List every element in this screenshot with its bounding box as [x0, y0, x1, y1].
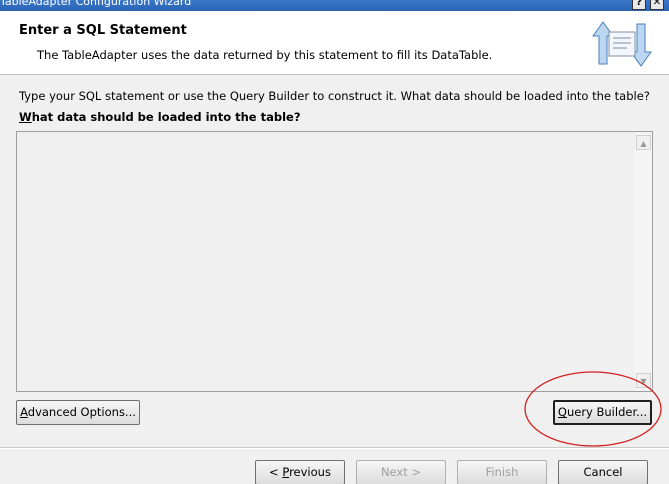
query-access-key: Q: [557, 405, 567, 419]
wizard-arrows-icon: [587, 18, 657, 70]
page-description: The TableAdapter uses the data returned …: [37, 48, 493, 62]
title-bar: TableAdapter Configuration Wizard ? ✕: [0, 0, 669, 11]
previous-label: revious: [289, 465, 331, 479]
query-builder-button[interactable]: Query Builder...: [553, 400, 652, 425]
advanced-access-key: A: [20, 405, 28, 419]
advanced-options-button[interactable]: Advanced Options...: [16, 400, 140, 425]
next-button[interactable]: Next >: [356, 460, 446, 484]
finish-button[interactable]: Finish: [457, 460, 547, 484]
previous-prefix: <: [269, 465, 283, 479]
query-label: What data should be loaded into the tabl…: [19, 110, 301, 124]
vertical-scrollbar[interactable]: ▲ ▼: [635, 132, 652, 391]
instruction-text: Type your SQL statement or use the Query…: [19, 89, 650, 103]
footer-divider: [0, 447, 669, 449]
window-title: TableAdapter Configuration Wizard: [0, 0, 192, 8]
sql-statement-textbox[interactable]: ▲ ▼: [16, 131, 653, 392]
scroll-down-icon[interactable]: ▼: [636, 373, 651, 388]
help-button[interactable]: ?: [632, 0, 646, 10]
query-label-access-key: W: [19, 110, 32, 124]
scroll-up-icon[interactable]: ▲: [636, 135, 651, 150]
previous-button[interactable]: < Previous: [255, 460, 345, 484]
advanced-label: dvanced Options...: [27, 405, 136, 419]
close-button[interactable]: ✕: [650, 0, 664, 10]
wizard-header: Enter a SQL Statement The TableAdapter u…: [0, 11, 669, 75]
query-label-text: uery Builder...: [566, 405, 648, 419]
query-label-rest: hat data should be loaded into the table…: [31, 110, 301, 124]
cancel-button[interactable]: Cancel: [558, 460, 648, 484]
page-title: Enter a SQL Statement: [19, 23, 187, 38]
